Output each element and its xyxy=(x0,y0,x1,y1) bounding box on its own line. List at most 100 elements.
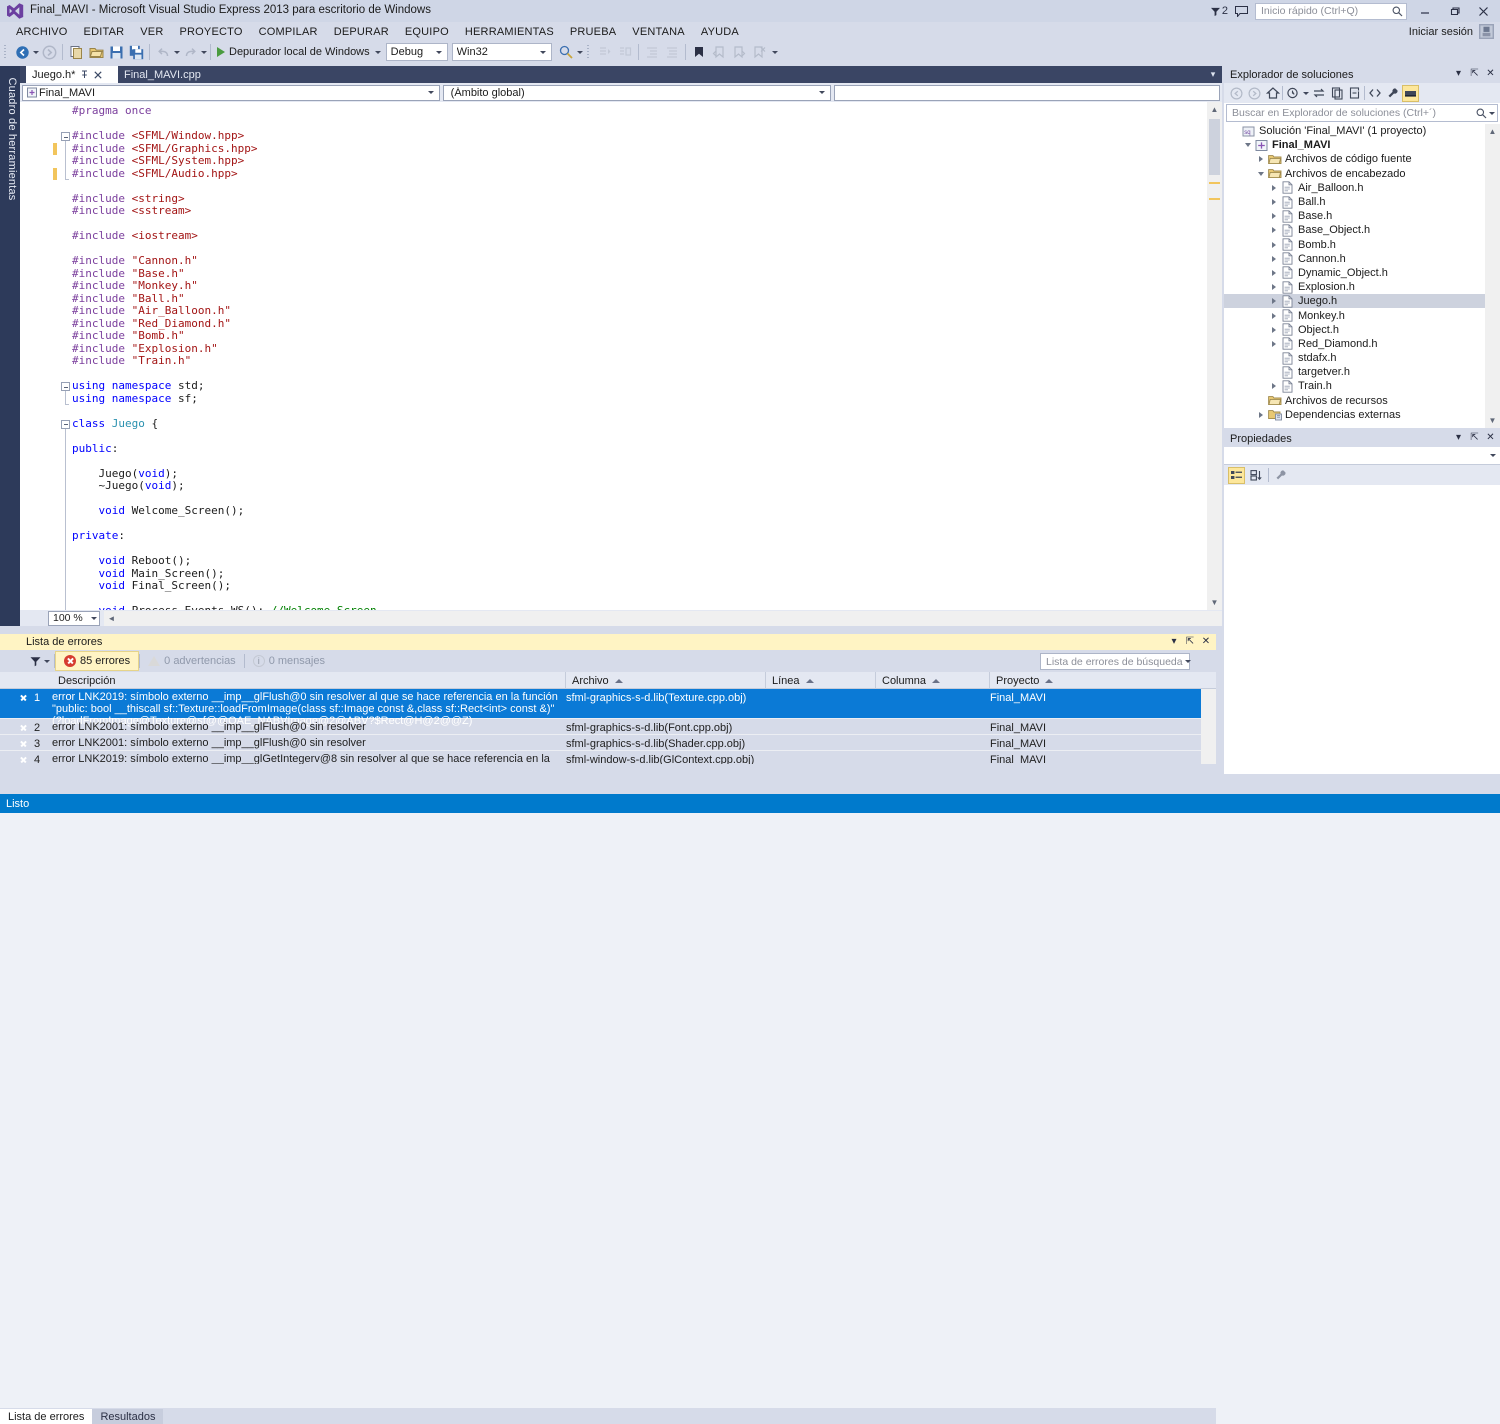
expand-arrow-right-icon[interactable] xyxy=(1267,184,1280,191)
save-button[interactable] xyxy=(106,42,126,62)
view-code-button[interactable] xyxy=(1366,85,1383,102)
expand-arrow-right-icon[interactable] xyxy=(1267,284,1280,291)
editor-vertical-scrollbar[interactable]: ▲ ▼ xyxy=(1207,102,1222,610)
find-overflow-icon[interactable] xyxy=(576,50,583,54)
redo-button[interactable] xyxy=(180,42,200,62)
scroll-thumb[interactable] xyxy=(1209,119,1220,175)
close-icon[interactable]: ✕ xyxy=(1200,635,1212,648)
chevron-down-icon[interactable]: ▾ xyxy=(1168,635,1180,648)
zoom-level-combo[interactable]: 100 % xyxy=(48,610,100,626)
scroll-down-icon[interactable]: ▼ xyxy=(1207,595,1222,610)
editor-horizontal-scrollbar[interactable]: ◄ xyxy=(104,610,1222,626)
tree-item[interactable]: Explosion.h xyxy=(1224,280,1485,294)
toolbox-tab[interactable]: Cuadro de herramientas xyxy=(2,69,22,209)
table-row[interactable]: 1 error LNK2019: símbolo externo __imp__g… xyxy=(0,689,1216,727)
expand-arrow-right-icon[interactable] xyxy=(1267,326,1280,333)
scroll-up-icon[interactable]: ▲ xyxy=(1207,102,1222,117)
menu-item-equipo[interactable]: EQUIPO xyxy=(397,24,457,40)
properties-button[interactable] xyxy=(1384,85,1401,102)
feedback-balloon-icon[interactable] xyxy=(1235,5,1248,17)
tree-item[interactable]: targetver.h xyxy=(1224,365,1485,379)
forward-button[interactable] xyxy=(1246,85,1263,102)
expand-arrow-right-icon[interactable] xyxy=(1267,227,1280,234)
filter-chevron-down-icon[interactable] xyxy=(44,659,50,663)
tree-item[interactable]: Red_Diamond.h xyxy=(1224,337,1485,351)
platform-combo[interactable]: Win32 xyxy=(451,43,552,61)
sync-with-active-document-button[interactable] xyxy=(1310,85,1327,102)
expand-arrow-down-icon[interactable] xyxy=(1254,171,1267,176)
toolbar-grip-2[interactable] xyxy=(584,44,593,60)
expand-arrow-right-icon[interactable] xyxy=(1267,340,1280,347)
column-header-descripcion[interactable]: Descripción xyxy=(52,672,566,689)
restore-button[interactable] xyxy=(1443,2,1465,20)
tree-item[interactable]: Cannon.h xyxy=(1224,252,1485,266)
tree-item[interactable]: Monkey.h xyxy=(1224,308,1485,322)
pending-changes-chevron-down-icon[interactable] xyxy=(1303,91,1309,95)
tree-item[interactable]: Ball.h xyxy=(1224,195,1485,209)
tree-item[interactable]: Archivos de código fuente xyxy=(1224,152,1485,166)
tree-item[interactable]: Bomb.h xyxy=(1224,238,1485,252)
fold-toggle[interactable] xyxy=(61,382,70,391)
tab-list-chevron-down-icon[interactable]: ▾ xyxy=(1206,67,1220,81)
column-header-proyecto[interactable]: Proyecto xyxy=(990,672,1201,689)
chevron-down-icon[interactable]: ▾ xyxy=(1453,67,1464,80)
editor-tab-final-mavi-cpp[interactable]: Final_MAVI.cpp xyxy=(118,66,207,83)
expand-arrow-right-icon[interactable] xyxy=(1267,241,1280,248)
previous-bookmark-button[interactable] xyxy=(709,42,729,62)
menu-item-ver[interactable]: VER xyxy=(132,24,171,40)
tree-item[interactable]: stdafx.h xyxy=(1224,351,1485,365)
collapse-all-button[interactable] xyxy=(1346,85,1363,102)
tree-item[interactable]: Base_Object.h xyxy=(1224,223,1485,237)
scroll-down-icon[interactable]: ▼ xyxy=(1485,413,1500,428)
categorized-button[interactable] xyxy=(1228,466,1245,484)
pin-icon[interactable] xyxy=(80,70,89,79)
dock-tab-lista-de-errores[interactable]: Lista de errores xyxy=(0,1409,93,1424)
home-button[interactable] xyxy=(1264,85,1281,102)
quick-launch-box[interactable]: Inicio rápido (Ctrl+Q) xyxy=(1255,2,1407,20)
menu-item-compilar[interactable]: COMPILAR xyxy=(251,24,326,40)
menu-item-depurar[interactable]: DEPURAR xyxy=(326,24,397,40)
pin-icon[interactable]: ⇱ xyxy=(1469,67,1480,80)
tree-item[interactable]: Final_MAVI xyxy=(1224,138,1485,152)
indent-button[interactable] xyxy=(662,42,682,62)
tree-item[interactable]: Dependencias externas xyxy=(1224,408,1485,422)
new-item-button[interactable] xyxy=(66,42,86,62)
dock-tab-resultados[interactable]: Resultados xyxy=(92,1409,164,1424)
menu-item-ayuda[interactable]: AYUDA xyxy=(693,24,747,40)
refresh-button[interactable] xyxy=(1328,85,1345,102)
configuration-chevron-down-icon[interactable] xyxy=(432,50,445,54)
editor-tab-juego-h[interactable]: Juego.h* xyxy=(26,66,118,83)
property-pages-button[interactable] xyxy=(1272,467,1289,484)
next-bookmark-button[interactable] xyxy=(729,42,749,62)
toggle-bookmark-button[interactable] xyxy=(689,42,709,62)
expand-arrow-right-icon[interactable] xyxy=(1267,213,1280,220)
menu-item-editar[interactable]: EDITAR xyxy=(76,24,133,40)
menu-item-archivo[interactable]: ARCHIVO xyxy=(8,24,76,40)
expand-arrow-right-icon[interactable] xyxy=(1254,411,1267,418)
tree-item[interactable]: Archivos de encabezado xyxy=(1224,167,1485,181)
error-list-vertical-scrollbar[interactable] xyxy=(1201,689,1216,764)
tree-item[interactable]: Air_Balloon.h xyxy=(1224,181,1485,195)
type-scope-chevron-down-icon[interactable] xyxy=(424,91,437,94)
extra-scope-combo[interactable] xyxy=(834,84,1220,101)
configuration-combo[interactable]: Debug xyxy=(385,43,448,61)
start-debugging-button[interactable]: Depurador local de Windows xyxy=(214,42,386,62)
navigate-forward-button[interactable] xyxy=(39,42,59,62)
step-over-button[interactable] xyxy=(615,42,635,62)
menu-item-prueba[interactable]: PRUEBA xyxy=(562,24,624,40)
expand-arrow-right-icon[interactable] xyxy=(1267,383,1280,390)
table-row[interactable]: 3 error LNK2001: símbolo externo __imp__g… xyxy=(0,735,1216,751)
fold-toggle[interactable] xyxy=(61,419,70,429)
alphabetical-button[interactable] xyxy=(1248,467,1265,484)
member-scope-combo[interactable]: (Ámbito global) xyxy=(442,84,832,101)
solution-explorer-scrollbar[interactable]: ▲ ▼ xyxy=(1485,124,1500,428)
tree-item[interactable]: Train.h xyxy=(1224,379,1485,393)
column-header-columna[interactable]: Columna xyxy=(876,672,990,689)
solution-explorer-search-box[interactable]: Buscar en Explorador de soluciones (Ctrl… xyxy=(1226,104,1498,122)
scroll-left-icon[interactable]: ◄ xyxy=(104,611,119,626)
redo-dropdown-icon[interactable] xyxy=(201,50,207,54)
type-scope-combo[interactable]: Final_MAVI xyxy=(22,84,440,101)
menu-item-ventana[interactable]: VENTANA xyxy=(624,24,693,40)
navigate-back-button[interactable] xyxy=(12,42,32,62)
pending-changes-button[interactable] xyxy=(1284,85,1301,102)
